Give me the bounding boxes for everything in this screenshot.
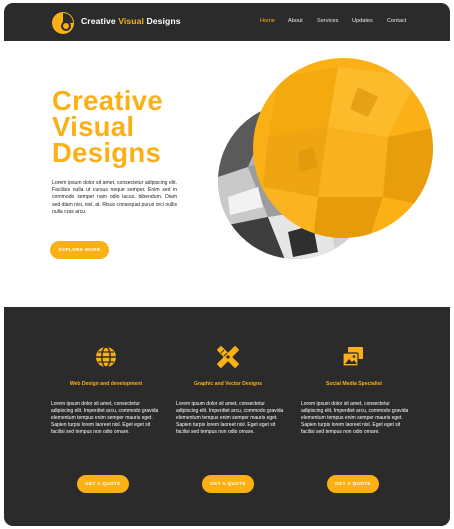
site-header: Creative Visual Designs Home About Servi… (4, 3, 450, 41)
nav-services[interactable]: Services (317, 18, 338, 24)
service-1-title: Web Design and development (69, 381, 143, 387)
service-1-description: Lorem ipsum dolor sit amet, consectetur … (51, 401, 159, 436)
hero-description: Lorem ipsum dolor sit amet, consectetur … (52, 180, 177, 215)
brand-suffix: Designs (143, 16, 181, 26)
pencil-ruler-icon (217, 346, 239, 368)
brand-accent: Visual (118, 16, 144, 26)
nav-updates[interactable]: Updates (352, 18, 373, 24)
service-2-description: Lorem ipsum dolor sit amet, consectetur … (176, 401, 284, 436)
globe-icon (96, 346, 116, 368)
brand-name[interactable]: Creative Visual Designs (81, 16, 181, 26)
service-1-quote-button[interactable]: GET A QUOTE (77, 475, 129, 493)
nav-home[interactable]: Home (260, 18, 275, 24)
hero-title: Creative Visual Designs (52, 87, 222, 168)
brand-prefix: Creative (81, 16, 119, 26)
service-3-description: Lorem ipsum dolor sit amet, consectetur … (301, 401, 409, 436)
explore-more-button[interactable]: EXPLORE MORE (50, 241, 109, 259)
photo-stack-icon (342, 347, 363, 367)
services-section: Web Design and development Lorem ipsum d… (4, 307, 450, 526)
logo-icon[interactable] (51, 11, 75, 35)
nav-contact[interactable]: Contact (387, 18, 406, 24)
service-3-quote-button[interactable]: GET A QUOTE (327, 475, 379, 493)
hero-illustration (218, 58, 433, 259)
nav-about[interactable]: About (288, 18, 303, 24)
service-2-title: Graphic and Vector Designs (194, 381, 262, 387)
page-frame: Creative Visual Designs Home About Servi… (4, 3, 450, 526)
hero-title-line-3: Designs (52, 137, 162, 168)
service-2-quote-button[interactable]: GET A QUOTE (202, 475, 254, 493)
service-3-title: Social Media Specialist (325, 381, 383, 387)
